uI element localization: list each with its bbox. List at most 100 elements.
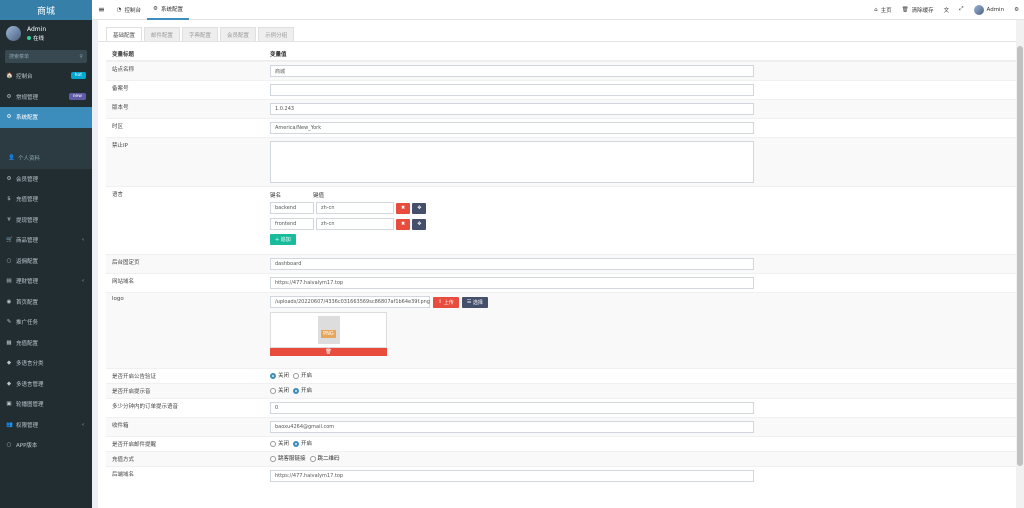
list-icon: ☰	[466, 299, 472, 305]
sidebar-item-permissions[interactable]: 👥 权限管理 ‹	[0, 415, 92, 436]
timezone-input[interactable]: America/New_York	[270, 122, 754, 134]
sidebar-menu: 🏠 控制台 hot ⚙ 常规管理 new ⚙ 系统配置 👤 个人资料 ⚙ 会员管理 $ 充值管理 ¥ 提现管理…	[0, 66, 92, 456]
user-status-text: 在线	[33, 35, 45, 42]
dashboard-icon: ◔	[116, 6, 122, 13]
radio-off[interactable]: 关闭	[270, 439, 289, 447]
tab-3[interactable]: 会员配置	[220, 27, 257, 41]
sidebar-item-recharge[interactable]: $ 充值管理	[0, 189, 92, 210]
remove-button[interactable]: ✖	[396, 202, 411, 214]
page-scrollbar[interactable]	[1016, 20, 1024, 508]
radio-icon	[309, 455, 316, 462]
sidebar-toggle-button[interactable]: ≡	[92, 0, 111, 20]
search-icon[interactable]: ⚲	[79, 54, 83, 60]
sidebar-item-carousel[interactable]: ▣ 轮播图管理	[0, 394, 92, 415]
radio-on[interactable]: 开启	[293, 371, 312, 379]
sidebar-item-finance[interactable]: ▤ 理财管理 ‹	[0, 271, 92, 292]
chevron-left-icon: ‹	[82, 237, 84, 244]
clear-cache-button[interactable]: 🗑 清除缓存	[897, 6, 939, 14]
lang-value-input[interactable]: zh-cn	[316, 202, 394, 214]
beian-input[interactable]	[270, 84, 754, 96]
tab-1[interactable]: 邮件配置	[144, 27, 181, 41]
lang-value-input[interactable]: zh-cn	[316, 218, 394, 230]
lang-key-input[interactable]: frontend	[270, 218, 314, 230]
radio-qrcode[interactable]: 跳二维码	[309, 454, 340, 462]
radio-icon	[270, 455, 276, 462]
close-icon: ✖	[401, 205, 406, 211]
forbid-ip-textarea[interactable]	[270, 141, 754, 183]
sidebar-item-multilang-cat[interactable]: ◆ 多语言分类	[0, 353, 92, 374]
add-language-button[interactable]: + 追加	[270, 234, 296, 245]
table-row: 是否开启提示音 关闭 开启	[106, 383, 1016, 398]
sidebar-item-promo[interactable]: ✎ 推广任务	[0, 312, 92, 333]
sidebar-item-goods[interactable]: 🛒 商品管理 ‹	[0, 230, 92, 251]
admin-menu[interactable]: Admin	[969, 4, 1010, 15]
lang-key-input[interactable]: backend	[270, 202, 314, 214]
delete-logo-button[interactable]: 🗑	[270, 348, 387, 356]
email-input[interactable]: baoxu4264@gmail.com	[270, 421, 754, 433]
drag-button[interactable]: ✥	[412, 202, 427, 214]
sidebar-item-label: 充值配置	[16, 340, 39, 347]
sidebar-item-label: 常规管理	[16, 94, 39, 101]
site-name-input[interactable]: 商城	[270, 65, 754, 77]
table-header: 变量标题 变量值	[106, 47, 1016, 61]
menu-icon: ≡	[98, 5, 105, 14]
sidebar: 商城 Admin 在线 搜索菜单 ⚲ 🏠 控制台 hot ⚙ 常规管理 new ⚙ 系统配置 👤 个…	[0, 0, 92, 508]
radio-on[interactable]: 开启	[293, 386, 312, 394]
remove-button[interactable]: ✖	[396, 218, 411, 230]
sidebar-item-profile[interactable]: 👤 个人资料	[0, 148, 92, 169]
tab-0[interactable]: 基础配置	[106, 27, 143, 41]
row-label: 是否开启公告验证	[112, 374, 157, 380]
gear-icon: ⚙	[153, 5, 158, 12]
search-input[interactable]: 搜索菜单 ⚲	[5, 50, 87, 63]
choose-button[interactable]: ☰ 选择	[461, 296, 488, 308]
version-input[interactable]: 1.0.243	[270, 103, 754, 115]
settings-button[interactable]: ⚙	[1009, 7, 1024, 13]
radio-on[interactable]: 开启	[293, 439, 312, 447]
fixedpage-input[interactable]: dashboard	[270, 258, 754, 270]
permissions-icon: 👥	[6, 421, 13, 428]
api-domain-input[interactable]: https://477.haivalym17.top	[270, 470, 754, 482]
nav-tab-sysconfig[interactable]: ⚙ 系统配置	[147, 0, 189, 20]
sidebar-item-dashboard[interactable]: 🏠 控制台 hot	[0, 66, 92, 87]
table-row: 是否开启公告验证 关闭 开启	[106, 368, 1016, 383]
radio-off[interactable]: 关闭	[270, 371, 289, 379]
radio-service-link[interactable]: 跳客服链接	[270, 454, 306, 462]
tip-minutes-input[interactable]: 0	[270, 402, 754, 414]
row-label: 版本号	[112, 105, 129, 111]
app-logo[interactable]: 商城	[0, 0, 92, 20]
fullscreen-button[interactable]: ⤢	[954, 6, 968, 13]
tab-2[interactable]: 字典配置	[182, 27, 219, 41]
table-row: 是否开启邮件提醒 关闭 开启	[106, 436, 1016, 451]
trash-icon: 🗑	[901, 6, 909, 13]
sidebar-item-payment[interactable]: ▦ 充值配置	[0, 333, 92, 354]
sidebar-item-label: 返佣配置	[16, 258, 39, 265]
table-row: 后台固定页 dashboard	[106, 254, 1016, 273]
tab-4[interactable]: 示例分组	[258, 27, 295, 41]
home-link[interactable]: ⌂ 主页	[869, 6, 897, 14]
domain-input[interactable]: https://477.haivalym17.top	[270, 277, 754, 289]
sidebar-item-label: 控制台	[16, 74, 33, 81]
row-label: 语言	[112, 192, 124, 198]
sidebar-item-home-config[interactable]: ◉ 首页配置	[0, 292, 92, 313]
scrollbar-thumb[interactable]	[1017, 46, 1023, 466]
language-button[interactable]: 文	[939, 6, 955, 14]
sidebar-item-app-version[interactable]: ○ APP版本	[0, 435, 92, 456]
png-label: PNG	[321, 330, 336, 338]
move-icon: ✥	[417, 205, 422, 211]
sidebar-item-blank[interactable]	[0, 127, 92, 148]
drag-button[interactable]: ✥	[412, 218, 427, 230]
sidebar-item-members[interactable]: ⚙ 会员管理	[0, 169, 92, 190]
sidebar-item-general[interactable]: ⚙ 常规管理 new	[0, 87, 92, 108]
finance-icon: ▤	[6, 278, 12, 285]
sidebar-item-withdraw[interactable]: ¥ 提现管理	[0, 210, 92, 231]
multilang-icon: ◆	[6, 380, 12, 387]
sidebar-item-system-config[interactable]: ⚙ 系统配置	[0, 107, 92, 128]
nav-tab-dashboard[interactable]: ◔ 控制台	[111, 0, 147, 20]
sidebar-item-multilang[interactable]: ◆ 多语言管理	[0, 374, 92, 395]
logo-path-input[interactable]: /uploads/20220607/4336c031663569sc86807a…	[270, 296, 430, 308]
radio-off[interactable]: 关闭	[270, 386, 289, 394]
sidebar-item-label: APP版本	[16, 443, 38, 450]
sidebar-item-rebate[interactable]: ○ 返佣配置	[0, 251, 92, 272]
upload-button[interactable]: ⇪ 上传	[433, 296, 459, 308]
user-name: Admin	[27, 25, 47, 33]
